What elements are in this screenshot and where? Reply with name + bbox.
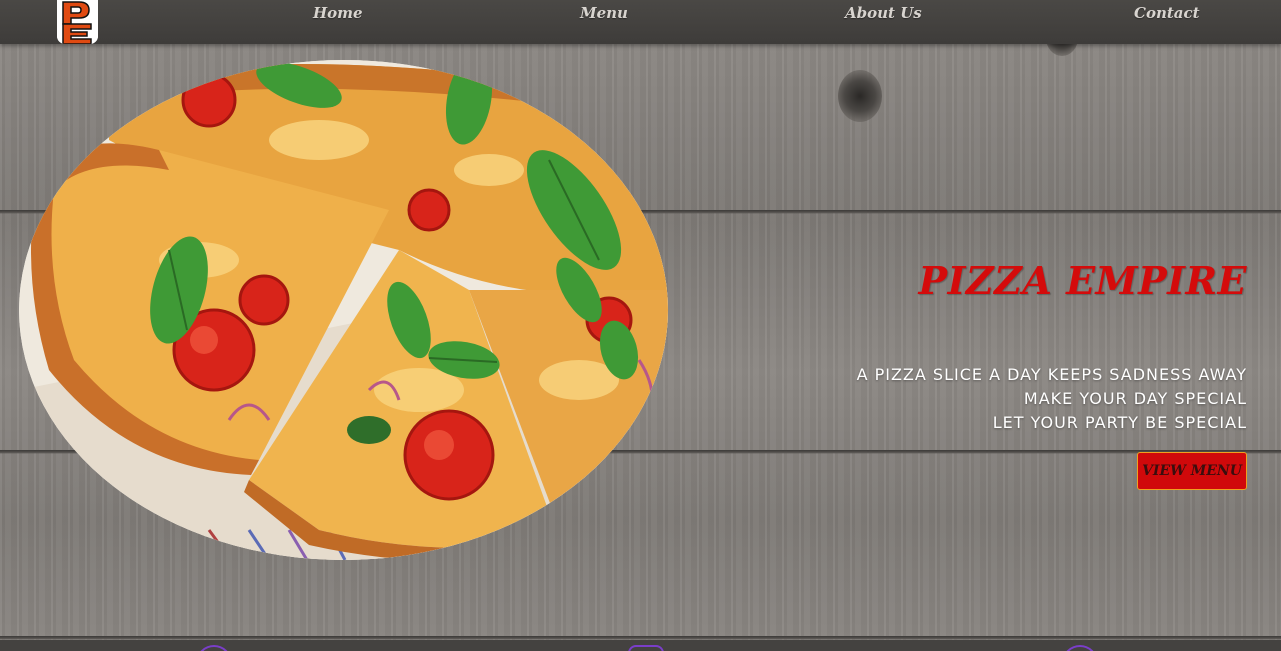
hero-tagline: MAKE YOUR DAY SPECIAL — [1023, 389, 1247, 408]
top-navigation: Home Menu About Us Contact — [0, 0, 1281, 44]
wood-knot — [838, 70, 882, 122]
nav-contact-link[interactable]: Contact — [1134, 4, 1200, 22]
logo-icon[interactable] — [57, 0, 98, 44]
next-section-strip — [0, 640, 1281, 651]
feature-icon — [196, 645, 232, 651]
pizza-illustration — [19, 60, 668, 560]
feature-icon — [628, 645, 664, 651]
nav-home-link[interactable]: Home — [313, 4, 363, 22]
hero-section: PIZZA EMPIRE A PIZZA SLICE A DAY KEEPS S… — [0, 44, 1281, 640]
hero-title: PIZZA EMPIRE — [918, 258, 1247, 303]
hero-tagline: A PIZZA SLICE A DAY KEEPS SADNESS AWAY — [856, 365, 1247, 384]
view-menu-button[interactable]: VIEW MENU — [1137, 452, 1247, 490]
wood-knot — [1046, 44, 1078, 56]
nav-menu-link[interactable]: Menu — [580, 4, 628, 22]
nav-about-link[interactable]: About Us — [845, 4, 922, 22]
hero-tagline: LET YOUR PARTY BE SPECIAL — [992, 413, 1247, 432]
feature-icon — [1062, 645, 1098, 651]
pizza-empire-logo — [57, 0, 98, 44]
pizza-image — [19, 60, 668, 560]
